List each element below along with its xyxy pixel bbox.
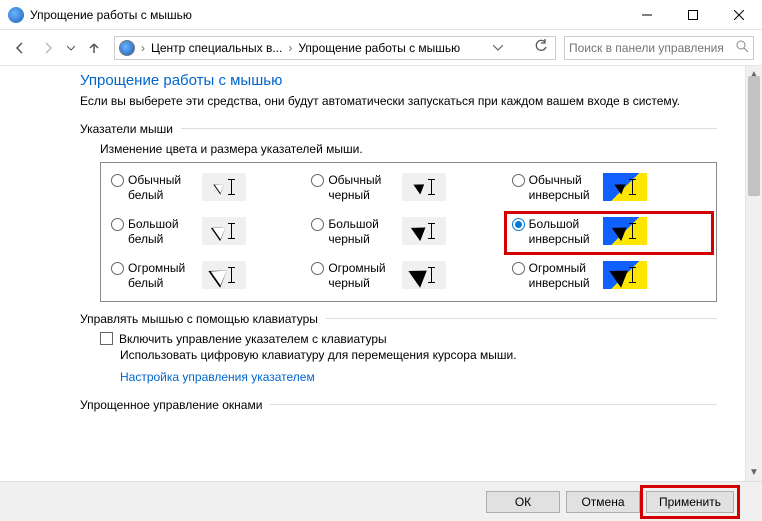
pointers-subheading: Изменение цвета и размера указателей мыш… [100,142,717,156]
section-keyboard-label: Управлять мышью с помощью клавиатуры [80,312,318,326]
pointer-option-label: Обычный черный [328,173,398,203]
pointer-option-large-inverse[interactable]: Большой инверсный [512,217,706,247]
radio-icon [311,262,324,275]
breadcrumb-sep-icon: › [288,41,292,55]
control-panel-icon [119,40,135,56]
back-arrow-icon [13,41,27,55]
recent-dropdown[interactable] [64,36,78,60]
radio-icon [111,174,124,187]
pointer-option-huge-white[interactable]: Огромный белый [111,261,305,291]
section-windows-label: Упрощенное управление окнами [80,398,262,412]
section-divider [326,318,717,319]
pointer-option-label: Огромный черный [328,261,398,291]
cursor-preview [402,173,446,201]
cursor-preview [202,173,246,201]
pointer-option-label: Большой инверсный [529,217,599,247]
pointer-option-huge-inverse[interactable]: Огромный инверсный [512,261,706,291]
search-input[interactable] [569,41,735,55]
refresh-button[interactable] [531,39,551,56]
mousekeys-settings-link[interactable]: Настройка управления указателем [120,370,315,384]
nav-toolbar: › Центр специальных в... › Упрощение раб… [0,30,762,66]
radio-icon [512,218,525,231]
window-titlebar: Упрощение работы с мышью [0,0,762,30]
pointer-option-label: Большой черный [328,217,398,247]
up-button[interactable] [82,36,106,60]
cancel-button[interactable]: Отмена [566,491,640,513]
pointer-option-normal-white[interactable]: Обычный белый [111,173,305,203]
close-icon [734,10,744,20]
close-button[interactable] [716,0,762,30]
tutorial-highlight-apply: Применить [646,491,734,513]
pointer-option-large-black[interactable]: Большой черный [311,217,505,247]
section-pointers-label: Указатели мыши [80,122,173,136]
mousekeys-checkbox[interactable]: Включить управление указателем с клавиат… [100,332,717,346]
pointer-option-huge-black[interactable]: Огромный черный [311,261,505,291]
app-icon [8,7,24,23]
breadcrumb-item[interactable]: Упрощение работы с мышью [294,39,464,57]
pointer-option-label: Огромный белый [128,261,198,291]
maximize-icon [688,10,698,20]
minimize-button[interactable] [624,0,670,30]
pointer-options-grid: Обычный белый Обычный черный Обычный инв… [100,162,717,302]
pointer-option-normal-inverse[interactable]: Обычный инверсный [512,173,706,203]
section-divider [270,404,717,405]
main-content: Упрощение работы с мышью Если вы выберет… [0,66,745,481]
pointer-option-label: Обычный белый [128,173,198,203]
chevron-down-icon [67,44,75,52]
apply-button[interactable]: Применить [646,491,734,513]
vertical-scrollbar[interactable]: ▲ ▼ [745,66,762,481]
radio-icon [311,218,324,231]
scroll-down-button[interactable]: ▼ [746,464,762,481]
back-button[interactable] [8,36,32,60]
dialog-footer: ОК Отмена Применить [0,481,762,521]
checkbox-label: Включить управление указателем с клавиат… [119,332,387,346]
page-heading: Упрощение работы с мышью [80,72,717,89]
pointer-option-normal-black[interactable]: Обычный черный [311,173,505,203]
pointer-option-label: Большой белый [128,217,198,247]
search-box[interactable] [564,36,754,60]
breadcrumb-item[interactable]: Центр специальных в... [147,39,286,57]
pointer-option-label: Обычный инверсный [529,173,599,203]
forward-arrow-icon [41,41,55,55]
radio-icon [311,174,324,187]
up-arrow-icon [87,41,101,55]
cursor-preview [402,217,446,245]
breadcrumb-sep-icon: › [141,41,145,55]
cursor-preview [603,173,647,201]
maximize-button[interactable] [670,0,716,30]
forward-button[interactable] [36,36,60,60]
breadcrumb[interactable]: › Центр специальных в... › Упрощение раб… [114,36,556,60]
radio-icon [512,174,525,187]
cursor-preview [202,217,246,245]
cursor-preview [202,261,246,289]
cursor-preview [402,261,446,289]
radio-icon [512,262,525,275]
cursor-preview [603,261,647,289]
scroll-thumb[interactable] [748,76,760,196]
section-divider [181,128,717,129]
breadcrumb-dropdown-icon[interactable] [488,41,508,55]
pointer-option-large-white[interactable]: Большой белый [111,217,305,247]
mousekeys-helper-text: Использовать цифровую клавиатуру для пер… [120,348,717,362]
checkbox-icon [100,332,113,345]
ok-button[interactable]: ОК [486,491,560,513]
refresh-icon [534,39,548,53]
pointer-option-label: Огромный инверсный [529,261,599,291]
search-icon[interactable] [735,39,749,56]
window-title: Упрощение работы с мышью [30,8,624,22]
cursor-preview [603,217,647,245]
page-description: Если вы выберете эти средства, они будут… [80,93,717,110]
minimize-icon [642,10,652,20]
radio-icon [111,262,124,275]
radio-icon [111,218,124,231]
